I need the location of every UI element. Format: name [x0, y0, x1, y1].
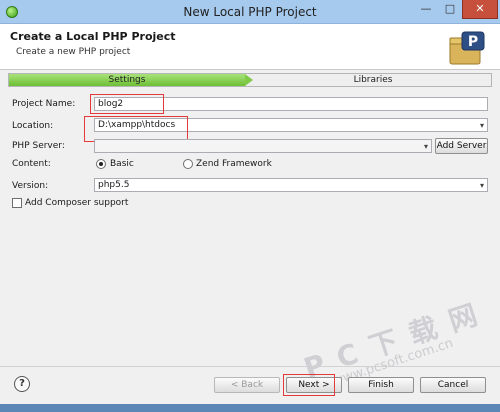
radio-basic-label: Basic [110, 159, 134, 169]
composer-checkbox[interactable] [12, 198, 22, 208]
wizard-description: Create a new PHP project [16, 47, 131, 57]
svg-text:P: P [468, 34, 478, 50]
step-libraries[interactable]: Libraries [255, 74, 491, 86]
help-icon[interactable]: ? [14, 376, 30, 392]
location-label: Location: [12, 121, 54, 131]
wizard-header: Create a Local PHP Project Create a new … [0, 24, 500, 70]
version-combo[interactable]: php5.5 ▾ [94, 178, 488, 192]
project-name-label: Project Name: [12, 99, 76, 109]
wizard-title: Create a Local PHP Project [10, 30, 176, 43]
php-folder-icon: P [449, 31, 485, 65]
watermark-text: P C 下 载 网 [299, 297, 484, 386]
highlight-box [90, 94, 164, 114]
radio-basic[interactable] [96, 159, 106, 169]
highlight-box [283, 374, 335, 396]
composer-checkbox-label: Add Composer support [25, 198, 129, 208]
content-label: Content: [12, 159, 51, 169]
chevron-down-icon[interactable]: ▾ [424, 141, 428, 153]
footer-divider [0, 366, 500, 367]
close-button[interactable]: ✕ [462, 0, 498, 19]
radio-zend-framework[interactable] [183, 159, 193, 169]
wizard-step-bar: Settings Libraries [8, 73, 492, 87]
maximize-button[interactable]: □ [438, 0, 462, 19]
radio-zend-framework-label: Zend Framework [196, 159, 272, 169]
php-server-label: PHP Server: [12, 141, 65, 151]
version-value: php5.5 [98, 180, 130, 190]
minimize-button[interactable]: — [414, 0, 438, 19]
add-server-button[interactable]: Add Server [435, 138, 488, 154]
taskbar-strip [0, 404, 500, 412]
step-settings[interactable]: Settings [9, 74, 253, 86]
chevron-down-icon[interactable]: ▾ [480, 120, 484, 132]
finish-button[interactable]: Finish [348, 377, 414, 393]
back-button[interactable]: < Back [214, 377, 280, 393]
version-label: Version: [12, 181, 49, 191]
php-server-combo[interactable]: ▾ [94, 139, 432, 153]
chevron-down-icon[interactable]: ▾ [480, 180, 484, 192]
cancel-button[interactable]: Cancel [420, 377, 486, 393]
window-titlebar: New Local PHP Project — □ ✕ [0, 0, 500, 24]
